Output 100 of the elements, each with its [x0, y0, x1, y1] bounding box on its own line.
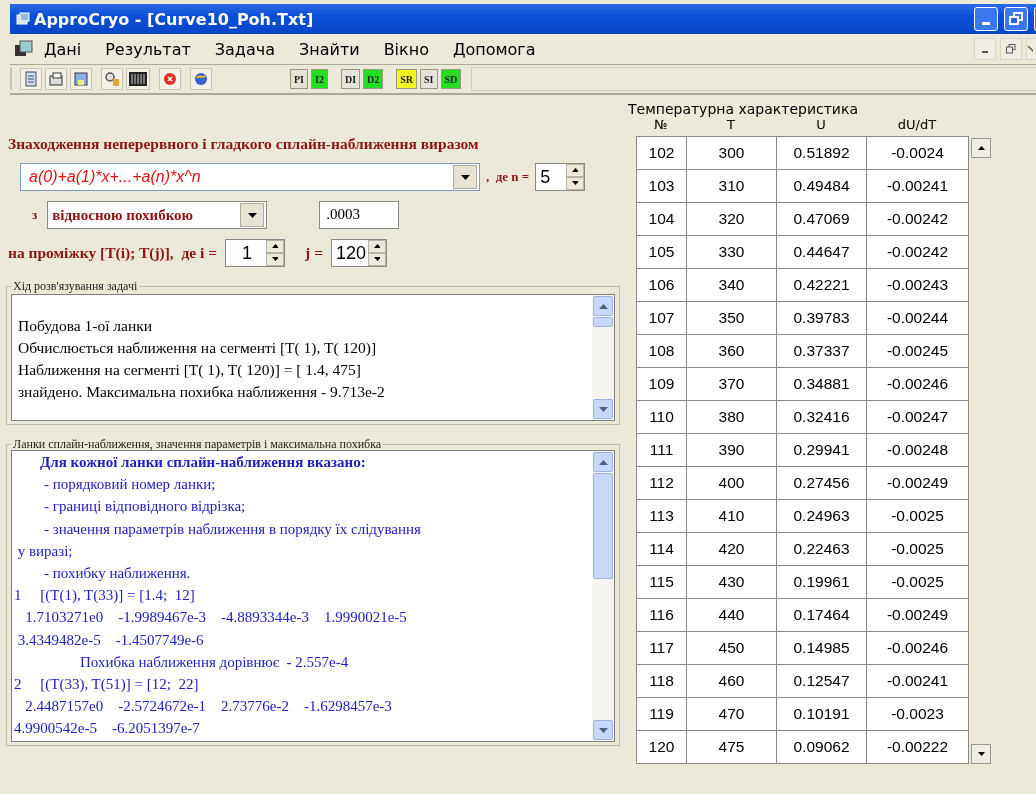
i-spinner[interactable]: 1 [225, 239, 286, 267]
table-cell: 103 [637, 170, 687, 203]
table-cell: 0.17464 [777, 599, 867, 632]
table-cell: 310 [687, 170, 777, 203]
n-label: , де n = [486, 169, 530, 185]
toolbar-button[interactable]: D2 [363, 69, 384, 89]
table-cell: 0.24963 [777, 500, 867, 533]
table-cell: 320 [687, 203, 777, 236]
toolbar-button[interactable]: DI [340, 69, 361, 89]
table-cell: 0.37337 [777, 335, 867, 368]
table-cell: 118 [637, 665, 687, 698]
error-type-dropdown[interactable]: відносною похибкою [47, 201, 268, 229]
result-line: - похибку наближення. [43, 564, 192, 583]
expression-dropdown[interactable]: a(0)+a(1)*x+...+a(n)*x^n [20, 163, 480, 191]
table-cell: 104 [637, 203, 687, 236]
column-header: dU/dT [896, 117, 938, 132]
column-header: № [653, 117, 669, 132]
result-line: 4.9900542e-5 -6.2051397e-7 [13, 719, 201, 739]
with-label: з [32, 207, 38, 223]
table-cell: 380 [687, 401, 777, 434]
result-line: - границі відповідного відрізка; [43, 497, 247, 517]
table-cell: 105 [637, 236, 687, 269]
j-label: j = [305, 244, 323, 262]
table-cell: 117 [637, 632, 687, 665]
table-cell: 0.47069 [777, 203, 867, 236]
menu-item[interactable]: Вікно [383, 39, 429, 59]
table-cell: 0.22463 [777, 533, 867, 566]
table-cell: 109 [637, 368, 687, 401]
table-cell: 400 [687, 467, 777, 500]
window-title: ApproCryo - [Curve10_Poh.Txt] [34, 9, 314, 29]
result-line: Для кожної ланки сплайн-наближення вказано: [39, 453, 367, 472]
n-spinner[interactable]: 5 [535, 163, 586, 191]
j-spinner[interactable]: 120 [331, 239, 388, 267]
result-line: Похибка наближення дорівнює - 2.557e-4 [79, 652, 350, 672]
table-cell: 106 [637, 269, 687, 302]
table-cell: 0.14985 [777, 632, 867, 665]
table-cell: 111 [637, 434, 687, 467]
table-cell: 120 [637, 731, 687, 764]
log-line: Обчислюється наближення на сегменті [T( 1), T( 120)] [18, 338, 378, 358]
table-cell: 370 [687, 368, 777, 401]
result-line: 3.4349482e-5 -1.4507749e-6 [16, 630, 205, 650]
table-cell: 0.39783 [777, 302, 867, 335]
result-line: у виразі; [16, 541, 74, 561]
table-cell: 112 [637, 467, 687, 500]
table-cell: 0.49484 [777, 170, 867, 203]
table-cell: 410 [687, 500, 777, 533]
result-line: - порядковий номер ланки; [43, 475, 217, 495]
table-cell: 300 [687, 137, 777, 170]
table-cell: 110 [637, 401, 687, 434]
table-cell: 475 [687, 731, 777, 764]
table-cell: 340 [687, 269, 777, 302]
menu-item[interactable]: Дані [44, 39, 82, 59]
error-value-field[interactable]: .0003 [319, 201, 400, 229]
table-cell: 350 [687, 302, 777, 335]
table-cell: 119 [637, 698, 687, 731]
menu-item[interactable]: Задача [214, 39, 275, 59]
group-title: Хід розв'язування задачі [12, 279, 139, 294]
table-cell: 360 [687, 335, 777, 368]
result-line: 2.4487157e0 -2.5724672e-1 2.73776e-2 -1.6298457e-3 [24, 697, 393, 717]
table-cell: 114 [637, 533, 687, 566]
result-line: 1.7103271e0 -1.9989467e-3 -4.8893344e-3 1.9990021e-5 [24, 608, 408, 628]
interval-label: на проміжку [T(i); T(j)], де i = [8, 244, 218, 262]
toolbar-button[interactable]: PI [290, 69, 308, 89]
table-cell: 0.27456 [777, 467, 867, 500]
table-cell: 0.34881 [777, 368, 867, 401]
column-header: T [726, 117, 736, 132]
table-cell: 0.51892 [777, 137, 867, 170]
table-cell: 390 [687, 434, 777, 467]
table-cell: 0.12547 [777, 665, 867, 698]
group-title: Ланки сплайн-наближення, значення параметрів і максимальна похибка [12, 437, 383, 452]
table-cell: 420 [687, 533, 777, 566]
table-cell: 113 [637, 500, 687, 533]
table-cell: 0.10191 [777, 698, 867, 731]
toolbar-button[interactable]: SR [396, 69, 418, 89]
menu-item[interactable]: Допомога [452, 39, 536, 59]
section-heading: Знаходження неперервного і гладкого сплайн-наближення виразом [8, 135, 480, 153]
toolbar-button[interactable]: I2 [311, 69, 328, 89]
table-cell: 0.19961 [777, 566, 867, 599]
log-line: знайдено. Максимальна похибка наближення - 9.713e-2 [18, 382, 386, 402]
toolbar-button[interactable]: SI [420, 69, 438, 89]
log-line: Наближення на сегменті [T( 1), T( 120)] = [ 1.4, 475] [18, 360, 362, 380]
table-cell: 115 [637, 566, 687, 599]
table-cell: 470 [687, 698, 777, 731]
table-cell: 102 [637, 137, 687, 170]
menu-item[interactable]: Результат [105, 39, 191, 59]
result-line: 2 [(T(33), T(51)] = [12; 22] [13, 675, 200, 695]
log-line: Побудова 1-ої ланки [18, 316, 154, 336]
toolbar-button[interactable]: SD [440, 69, 462, 89]
table-cell: 0.44647 [777, 236, 867, 269]
result-line: - значення параметрів наближення в порядку їх слідування [43, 519, 422, 539]
table-cell: 0.42221 [777, 269, 867, 302]
table-cell: 460 [687, 665, 777, 698]
table-cell: 440 [687, 599, 777, 632]
result-line: 1 [(T(1), T(33)] = [1.4; 12] [13, 586, 196, 606]
table-title: Температурна характеристика [628, 101, 859, 117]
table-cell: 116 [637, 599, 687, 632]
table-cell: 0.09062 [777, 731, 867, 764]
menu-item[interactable]: Знайти [299, 39, 360, 59]
table-cell: 430 [687, 566, 777, 599]
table-cell: 450 [687, 632, 777, 665]
